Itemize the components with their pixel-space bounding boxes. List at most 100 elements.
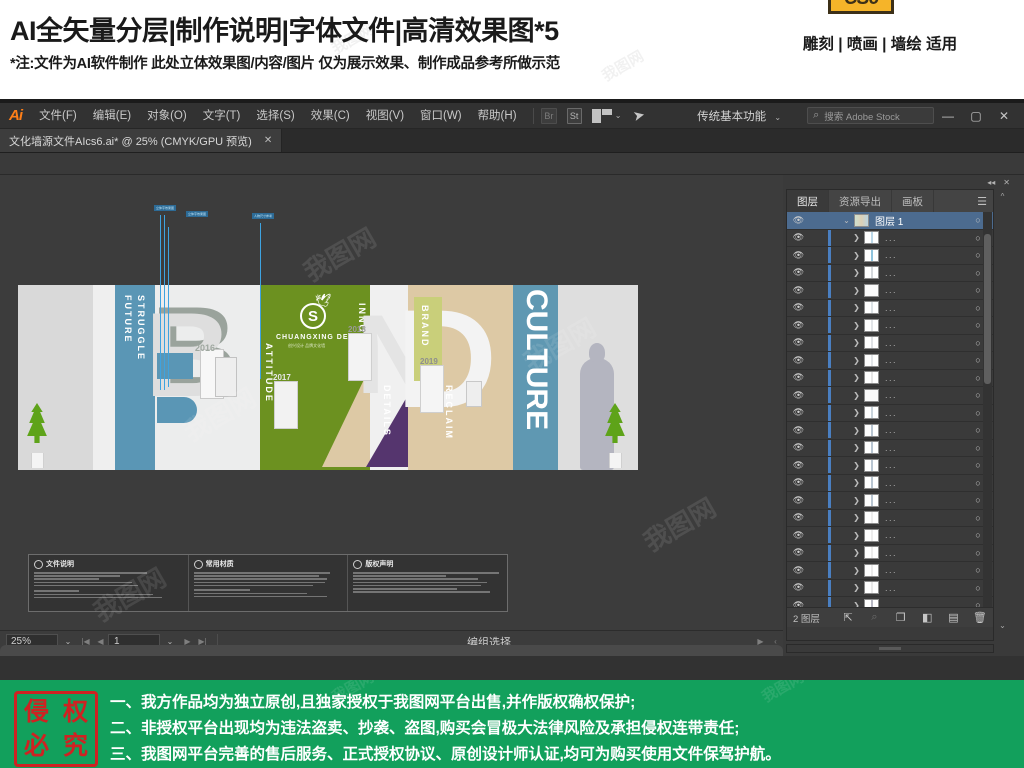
layer-row[interactable]: 👁 ❯... ○	[787, 439, 993, 457]
canvas-area[interactable]: FUTURE STRUGGLE B B 2016 S CHU	[0, 175, 783, 630]
close-icon[interactable]: ✕	[264, 135, 272, 146]
layer-list[interactable]: 👁 ⌄ 图层 1 ○ 👁 ❯... ○ 👁 ❯... ○ 👁 ❯... ○ 👁 ❯... ○ 👁 ❯... ○ 👁 ❯.…	[787, 212, 993, 607]
layer-visibility-icon[interactable]: 👁	[787, 250, 810, 261]
close-panel-icon[interactable]: ✕	[1003, 178, 1010, 187]
layer-visibility-icon[interactable]: 👁	[787, 215, 810, 226]
collapse-group-icon[interactable]: ⌄	[839, 216, 854, 225]
expand-layer-icon[interactable]: ❯	[849, 548, 864, 557]
expand-layer-icon[interactable]: ❯	[849, 531, 864, 540]
layer-visibility-icon[interactable]: 👁	[787, 320, 810, 331]
expand-layer-icon[interactable]: ❯	[849, 566, 864, 575]
layer-visibility-icon[interactable]: 👁	[787, 547, 810, 558]
panel-resize-grip[interactable]	[786, 644, 994, 653]
layer-row[interactable]: 👁 ❯... ○	[787, 492, 993, 510]
menu-item-object[interactable]: 对象(O)	[139, 103, 195, 129]
layer-visibility-icon[interactable]: 👁	[787, 477, 810, 488]
menu-item-view[interactable]: 视图(V)	[358, 103, 412, 129]
layer-row[interactable]: 👁 ❯... ○	[787, 474, 993, 492]
layer-row[interactable]: 👁 ❯... ○	[787, 369, 993, 387]
layer-visibility-icon[interactable]: 👁	[787, 442, 810, 453]
layer-visibility-icon[interactable]: 👁	[787, 390, 810, 401]
expand-layer-icon[interactable]: ❯	[849, 391, 864, 400]
document-tab[interactable]: 文化墙源文件AIcs6.ai* @ 25% (CMYK/GPU 预览) ✕	[0, 129, 283, 152]
expand-layer-icon[interactable]: ❯	[849, 373, 864, 382]
stock-button[interactable]: St	[566, 107, 582, 124]
panel-menu-icon[interactable]: ☰	[971, 190, 993, 212]
scroll-up-icon[interactable]: ^	[996, 192, 1009, 201]
menu-item-type[interactable]: 文字(T)	[195, 103, 249, 129]
menu-item-file[interactable]: 文件(F)	[31, 103, 85, 129]
expand-layer-icon[interactable]: ❯	[849, 321, 864, 330]
layer-visibility-icon[interactable]: 👁	[787, 337, 810, 348]
expand-layer-icon[interactable]: ❯	[849, 443, 864, 452]
menu-item-edit[interactable]: 编辑(E)	[85, 103, 139, 129]
layer-row[interactable]: 👁 ❯... ○	[787, 544, 993, 562]
layer-row[interactable]: 👁 ❯... ○	[787, 264, 993, 282]
new-layer-icon[interactable]: ▤	[940, 611, 966, 624]
layer-visibility-icon[interactable]: 👁	[787, 460, 810, 471]
layer-row[interactable]: 👁 ❯... ○	[787, 579, 993, 597]
minimize-button[interactable]: —	[934, 109, 962, 123]
layer-visibility-icon[interactable]: 👁	[787, 302, 810, 313]
layer-visibility-icon[interactable]: 👁	[787, 425, 810, 436]
layer-row[interactable]: 👁 ❯... ○	[787, 387, 993, 405]
delete-layer-icon[interactable]: 🗑	[967, 611, 993, 624]
layer-row[interactable]: 👁 ❯... ○	[787, 247, 993, 265]
layer-visibility-icon[interactable]: 👁	[787, 512, 810, 523]
expand-layer-icon[interactable]: ❯	[849, 303, 864, 312]
tab-layers[interactable]: 图层	[787, 190, 829, 212]
expand-layer-icon[interactable]: ❯	[849, 478, 864, 487]
layer-row[interactable]: 👁 ❯... ○	[787, 509, 993, 527]
menu-item-effect[interactable]: 效果(C)	[303, 103, 358, 129]
expand-layer-icon[interactable]: ❯	[849, 513, 864, 522]
expand-layer-icon[interactable]: ❯	[849, 426, 864, 435]
layer-visibility-icon[interactable]: 👁	[787, 232, 810, 243]
layer-visibility-icon[interactable]: 👁	[787, 565, 810, 576]
expand-layer-icon[interactable]: ❯	[849, 461, 864, 470]
artwork-culture-wall[interactable]: FUTURE STRUGGLE B B 2016 S CHU	[18, 285, 638, 470]
layer-row[interactable]: 👁 ❯... ○	[787, 527, 993, 545]
expand-layer-icon[interactable]: ❯	[849, 268, 864, 277]
rocket-icon[interactable]: ➤	[632, 106, 647, 125]
layer-row[interactable]: 👁 ❯... ○	[787, 404, 993, 422]
layer-visibility-icon[interactable]: 👁	[787, 372, 810, 383]
locate-object-icon[interactable]: ⇱	[835, 611, 861, 624]
layer-visibility-icon[interactable]: 👁	[787, 530, 810, 541]
stock-search-input[interactable]: ⌕ 搜索 Adobe Stock	[807, 107, 934, 124]
tab-artboards[interactable]: 画板	[892, 190, 934, 212]
scroll-down-icon[interactable]: ⌄	[996, 621, 1009, 630]
expand-layer-icon[interactable]: ❯	[849, 356, 864, 365]
layer-row[interactable]: 👁 ❯... ○	[787, 352, 993, 370]
expand-layer-icon[interactable]: ❯	[849, 601, 864, 607]
layer-row[interactable]: 👁 ❯... ○	[787, 562, 993, 580]
expand-layer-icon[interactable]: ❯	[849, 286, 864, 295]
layer-row[interactable]: 👁 ❯... ○	[787, 229, 993, 247]
expand-layer-icon[interactable]: ❯	[849, 251, 864, 260]
layer-visibility-icon[interactable]: 👁	[787, 267, 810, 278]
maximize-button[interactable]: ▢	[962, 109, 990, 123]
bridge-button[interactable]: Br	[541, 107, 557, 124]
layer-row[interactable]: 👁 ❯... ○	[787, 422, 993, 440]
arrange-documents-icon[interactable]	[591, 108, 612, 123]
layer-row[interactable]: 👁 ❯... ○	[787, 597, 993, 607]
layer-visibility-icon[interactable]: 👁	[787, 582, 810, 593]
layer-row[interactable]: 👁 ⌄ 图层 1 ○	[787, 212, 993, 230]
tab-asset-export[interactable]: 资源导出	[829, 190, 892, 212]
expand-layer-icon[interactable]: ❯	[849, 496, 864, 505]
menu-item-help[interactable]: 帮助(H)	[470, 103, 525, 129]
layer-row[interactable]: 👁 ❯... ○	[787, 457, 993, 475]
expand-layer-icon[interactable]: ❯	[849, 408, 864, 417]
menu-item-select[interactable]: 选择(S)	[248, 103, 302, 129]
close-button[interactable]: ✕	[990, 109, 1018, 123]
layer-visibility-icon[interactable]: 👁	[787, 407, 810, 418]
bottom-dock-bar[interactable]	[0, 645, 783, 656]
make-clipping-mask-icon[interactable]: ◧	[914, 611, 940, 624]
collapse-panel-icon[interactable]: ◂◂	[987, 178, 995, 187]
workspace-switcher[interactable]: 传统基本功能 ⌄	[697, 108, 793, 124]
layer-visibility-icon[interactable]: 👁	[787, 355, 810, 366]
layer-row[interactable]: 👁 ❯... ○	[787, 317, 993, 335]
new-sublayer-icon[interactable]: ❐	[888, 611, 914, 624]
chevron-down-icon[interactable]: ⌄	[615, 111, 622, 120]
find-icon[interactable]: ⌕	[861, 611, 887, 624]
layer-visibility-icon[interactable]: 👁	[787, 285, 810, 296]
